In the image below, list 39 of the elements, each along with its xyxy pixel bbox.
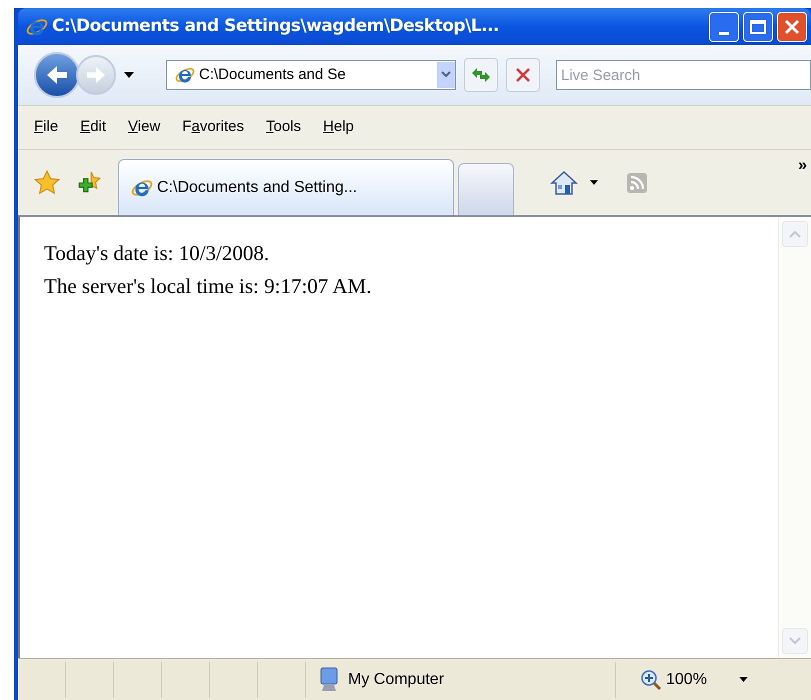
- left-arrow-icon: [45, 64, 69, 86]
- address-bar[interactable]: C:\Documents and Se: [166, 60, 456, 90]
- dropdown-caret-icon: [124, 72, 134, 78]
- back-button[interactable]: [34, 52, 80, 98]
- menu-item[interactable]: Favorites: [182, 116, 244, 139]
- computer-icon: [318, 666, 340, 692]
- refresh-arrows-icon: [471, 67, 491, 83]
- more-chevron[interactable]: »: [798, 154, 807, 178]
- minimize-button[interactable]: [709, 12, 739, 42]
- maximize-button[interactable]: [743, 12, 773, 42]
- zone-label: My Computer: [348, 670, 444, 690]
- star-icon[interactable]: [34, 170, 60, 196]
- page-text-line: The server's local time is: 9:17:07 AM.: [44, 273, 372, 300]
- menu-item[interactable]: Tools: [266, 116, 302, 139]
- close-icon: [784, 18, 800, 34]
- home-icon[interactable]: [550, 170, 578, 196]
- dropdown-caret-icon[interactable]: [738, 677, 748, 682]
- menu-item[interactable]: File: [34, 116, 58, 139]
- window-title: C:\Documents and Settings\wagdem\Desktop\L...: [52, 14, 500, 38]
- address-dropdown-button[interactable]: [437, 62, 455, 88]
- zoom-level[interactable]: 100%: [666, 668, 707, 692]
- search-field[interactable]: Live Search: [556, 60, 811, 90]
- dropdown-caret-icon[interactable]: [590, 180, 598, 185]
- right-arrow-icon: [85, 65, 107, 85]
- page-text-line: Today's date is: 10/3/2008.: [44, 240, 270, 267]
- stop-button[interactable]: [506, 58, 540, 92]
- browser-logo-icon: [175, 65, 195, 85]
- menu-item[interactable]: View: [128, 116, 160, 139]
- close-button[interactable]: [777, 12, 807, 42]
- chevron-down-icon: [441, 71, 451, 79]
- refresh-button[interactable]: [464, 58, 498, 92]
- zoom-icon[interactable]: [640, 668, 662, 690]
- menu-item[interactable]: Edit: [80, 116, 106, 139]
- browser-tab[interactable]: C:\Documents and Setting...: [118, 159, 454, 215]
- stop-x-icon: [515, 67, 531, 83]
- chevron-up-icon: [789, 230, 801, 238]
- address-text: C:\Documents and Se: [199, 64, 347, 85]
- menu-item[interactable]: Help: [323, 116, 354, 139]
- chevron-down-icon: [789, 637, 801, 645]
